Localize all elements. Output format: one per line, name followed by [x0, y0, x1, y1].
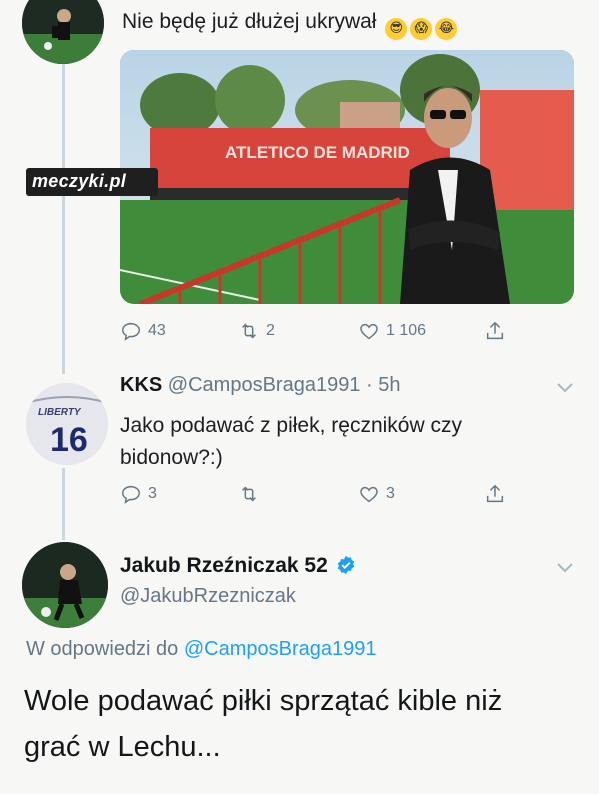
- thread-line-top: [62, 62, 65, 374]
- tweet-text-line: bidonow?:): [120, 446, 223, 469]
- avatar[interactable]: [22, 0, 104, 64]
- sunglasses-emoji-icon: 😎: [385, 18, 408, 40]
- retweet-icon: [242, 486, 256, 502]
- banner-text: ATLETICO DE MADRID: [225, 143, 410, 162]
- share-icon: [486, 484, 504, 503]
- reply-count: 43: [148, 322, 166, 339]
- reply-icon: [122, 322, 140, 341]
- like-count: 1 106: [386, 322, 427, 339]
- retweet-button[interactable]: [238, 483, 358, 505]
- tweet-actions: 43 2 1 106: [120, 317, 570, 345]
- tweet-text: Jako podawać z piłek, ręczników czy bido…: [120, 410, 462, 474]
- screaming-emoji-icon: 😱: [410, 18, 433, 40]
- share-button[interactable]: [484, 483, 506, 505]
- avatar[interactable]: LIBERTY 16: [26, 383, 108, 465]
- tweet-text: Wole podawać piłki sprzątać kible niż gr…: [24, 678, 502, 770]
- user-handle[interactable]: @JakubRzezniczak: [120, 585, 296, 608]
- chevron-down-icon[interactable]: [556, 560, 574, 574]
- timestamp[interactable]: · 5h: [366, 374, 400, 396]
- retweet-count: 2: [266, 322, 275, 339]
- share-button[interactable]: [484, 320, 506, 342]
- tweet-text: Nie będę już dłużej ukrywał 😎 😱 😂: [122, 10, 458, 40]
- reply-icon: [122, 485, 140, 504]
- watermark-logo: meczyki.pl: [26, 168, 158, 196]
- display-name[interactable]: Jakub Rzeźniczak 52: [120, 554, 328, 577]
- reply-button[interactable]: 43: [120, 320, 238, 342]
- reply-context-label: W odpowiedzi do: [26, 638, 179, 660]
- reply-button[interactable]: 3: [120, 483, 238, 505]
- chevron-down-icon[interactable]: [556, 380, 574, 394]
- avatar[interactable]: [22, 542, 108, 628]
- tweet-text-line: grać w Lechu...: [24, 731, 221, 763]
- heart-icon: [360, 323, 378, 340]
- tweet-text-line: Jako podawać z piłek, ręczników czy: [120, 414, 462, 437]
- retweet-button[interactable]: 2: [238, 320, 358, 342]
- verified-badge-icon: [337, 555, 355, 575]
- reply-context-link[interactable]: @CamposBraga1991: [184, 638, 377, 660]
- display-name[interactable]: KKS: [120, 374, 162, 396]
- avatar-caption: LIBERTY: [38, 407, 82, 418]
- like-count: 3: [386, 485, 395, 502]
- tweet-header: KKS @CamposBraga1991 · 5h: [120, 374, 400, 397]
- retweet-icon: [242, 323, 256, 339]
- avatar-number: 16: [50, 421, 88, 459]
- laughing-emoji-icon: 😂: [435, 18, 458, 40]
- thread-line-mid: [62, 468, 65, 540]
- like-button[interactable]: 3: [358, 483, 484, 505]
- heart-icon: [360, 486, 378, 503]
- user-handle[interactable]: @CamposBraga1991: [168, 374, 361, 396]
- tweet-text-content: Nie będę już dłużej ukrywał: [122, 10, 377, 33]
- tweet-text-line: Wole podawać piłki sprzątać kible niż: [24, 685, 503, 717]
- like-button[interactable]: 1 106: [358, 320, 484, 342]
- reply-count: 3: [148, 485, 157, 502]
- tweet-actions: 3 3: [120, 480, 570, 508]
- share-icon: [486, 321, 504, 340]
- reply-context: W odpowiedzi do @CamposBraga1991: [26, 638, 377, 661]
- tweet-header: Jakub Rzeźniczak 52: [120, 554, 356, 578]
- tweet-photo[interactable]: ATLETICO DE MADRID: [120, 50, 574, 304]
